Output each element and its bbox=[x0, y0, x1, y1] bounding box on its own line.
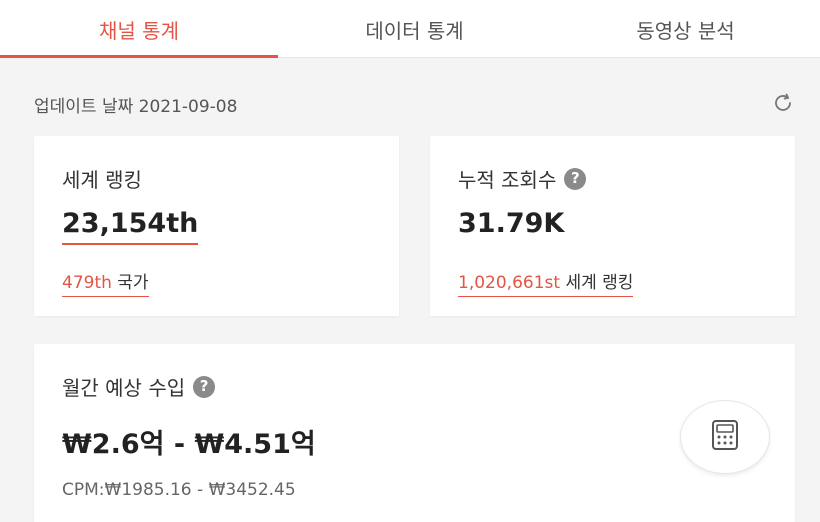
monthly-income-card: 월간 예상 수입 ? ₩2.6억 - ₩4.51억 CPM:₩1985.16 -… bbox=[34, 344, 795, 522]
country-rank-value: 479th bbox=[62, 273, 112, 293]
update-row: 업데이트 날짜 2021-09-08 bbox=[34, 90, 796, 117]
world-rank-card: 세계 랭킹 23,154th 479th 국가 bbox=[34, 136, 399, 316]
world-rank-value: 23,154th bbox=[62, 208, 199, 245]
monthly-income-label: 월간 예상 수입 ? bbox=[62, 372, 216, 401]
calculator-button[interactable] bbox=[680, 400, 770, 474]
views-world-rank-suffix: 세계 랭킹 bbox=[565, 273, 634, 293]
help-icon[interactable]: ? bbox=[193, 375, 216, 398]
calculator-icon bbox=[711, 419, 739, 455]
tab-bar: 채널 통계 데이터 통계 동영상 분석 bbox=[0, 0, 820, 58]
active-tab-indicator bbox=[0, 55, 278, 58]
country-rank-suffix: 국가 bbox=[117, 273, 149, 293]
world-rank-label-text: 세계 랭킹 bbox=[62, 168, 142, 192]
tab-video-analysis[interactable]: 동영상 분석 bbox=[551, 0, 820, 58]
country-rank-link[interactable]: 479th 국가 bbox=[62, 268, 149, 297]
monthly-income-value: ₩2.6억 - ₩4.51억 bbox=[62, 429, 316, 460]
views-world-rank-link[interactable]: 1,020,661st 세계 랭킹 bbox=[458, 268, 634, 297]
tab-data-stats[interactable]: 데이터 통계 bbox=[278, 0, 551, 58]
total-views-card: 누적 조회수 ? 31.79K 1,020,661st 세계 랭킹 bbox=[430, 136, 795, 316]
world-rank-label: 세계 랭킹 bbox=[62, 164, 142, 193]
help-icon[interactable]: ? bbox=[564, 167, 587, 190]
views-world-rank-value: 1,020,661st bbox=[458, 273, 561, 293]
total-views-value: 31.79K bbox=[458, 208, 565, 239]
cpm-range: CPM:₩1985.16 - ₩3452.45 bbox=[62, 480, 296, 500]
total-views-label-text: 누적 조회수 bbox=[458, 168, 557, 192]
monthly-income-label-text: 월간 예상 수입 bbox=[62, 376, 186, 400]
tab-channel-stats[interactable]: 채널 통계 bbox=[0, 0, 278, 58]
update-date-label: 업데이트 날짜 2021-09-08 bbox=[34, 97, 238, 117]
refresh-icon[interactable] bbox=[770, 90, 796, 116]
total-views-label: 누적 조회수 ? bbox=[458, 164, 587, 193]
